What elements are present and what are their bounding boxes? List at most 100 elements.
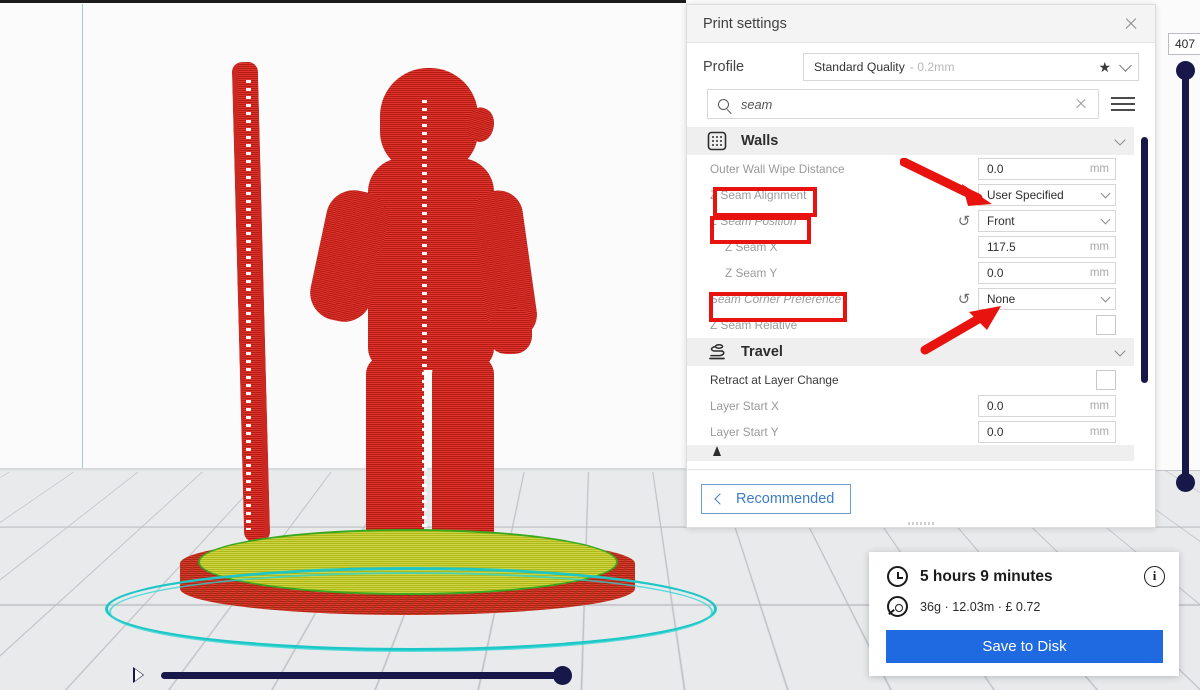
playback-controls[interactable] xyxy=(133,663,583,687)
chevron-down-icon[interactable] xyxy=(1101,189,1111,199)
section-title: Travel xyxy=(741,344,1116,360)
save-to-disk-button[interactable]: Save to Disk xyxy=(886,630,1163,663)
search-value: seam xyxy=(741,97,1072,112)
print-info-card: 5 hours 9 minutes 36g · 12.03m · £ 0.72 … xyxy=(869,552,1179,676)
model-seam-dots-body xyxy=(422,100,427,550)
build-volume-edge-line xyxy=(82,4,83,504)
setting-checkbox[interactable] xyxy=(1096,315,1116,335)
spool-icon xyxy=(887,596,908,617)
setting-label: Z Seam X xyxy=(707,240,954,254)
setting-label: Layer Start Y xyxy=(707,425,954,439)
setting-row-layer-start-y[interactable]: Layer Start Y ↺ 0.0 mm xyxy=(687,419,1134,445)
search-icon xyxy=(718,99,729,110)
settings-list[interactable]: Walls Outer Wall Wipe Distance ↺ 0.0 mm … xyxy=(687,127,1155,469)
revert-icon[interactable]: ↺ xyxy=(954,292,974,307)
section-header-travel[interactable]: Travel xyxy=(687,338,1134,366)
sliced-model[interactable] xyxy=(150,40,570,570)
panel-title: Print settings xyxy=(703,16,1119,32)
setting-label: Retract at Layer Change xyxy=(707,373,1072,387)
setting-value-field[interactable]: 0.0 mm xyxy=(978,262,1116,284)
simulation-slider-track[interactable] xyxy=(161,672,567,679)
model-head xyxy=(380,68,478,172)
setting-value-field[interactable]: User Specified xyxy=(978,184,1116,206)
model-torso xyxy=(368,158,494,370)
setting-value-field[interactable]: Front xyxy=(978,210,1116,232)
revert-icon[interactable]: ↺ xyxy=(954,214,974,229)
skirt-outline-inner xyxy=(109,572,713,652)
model-hand-right xyxy=(488,308,532,354)
setting-label: Outer Wall Wipe Distance xyxy=(707,162,954,176)
layer-slider-handle-top[interactable] xyxy=(1176,61,1195,80)
setting-label: Layer Start X xyxy=(707,399,954,413)
section-title: Walls xyxy=(741,133,1116,149)
setting-label: Z Seam Y xyxy=(707,266,954,280)
setting-value: 0.0 xyxy=(987,162,1090,176)
setting-row-outer-wall-wipe-distance[interactable]: Outer Wall Wipe Distance ↺ 0.0 mm xyxy=(687,156,1134,182)
chevron-down-icon[interactable] xyxy=(1119,59,1132,72)
settings-scrollbar[interactable] xyxy=(1141,137,1148,383)
setting-row-z-seam-relative[interactable]: Z Seam Relative ↺ xyxy=(687,312,1134,338)
play-icon[interactable] xyxy=(133,667,144,683)
search-row: seam xyxy=(687,87,1155,127)
simulation-slider-handle[interactable] xyxy=(553,666,572,685)
panel-resize-grip[interactable] xyxy=(908,522,934,525)
recommended-button[interactable]: Recommended xyxy=(701,484,851,514)
setting-label: Z Seam Alignment xyxy=(707,188,954,202)
chevron-down-icon[interactable] xyxy=(1114,134,1125,145)
chevron-down-icon[interactable] xyxy=(1101,215,1111,225)
settings-list-inner: Walls Outer Wall Wipe Distance ↺ 0.0 mm … xyxy=(687,127,1134,462)
hamburger-bar xyxy=(1111,103,1135,105)
material-row: 36g · 12.03m · £ 0.72 xyxy=(869,587,1179,617)
hamburger-menu-icon[interactable] xyxy=(1111,92,1141,116)
setting-value-field[interactable]: None xyxy=(978,288,1116,310)
layer-slider-handle-bottom[interactable] xyxy=(1176,473,1195,492)
profile-value: Standard Quality xyxy=(814,60,905,74)
section-header-next-clipped[interactable] xyxy=(687,445,1134,461)
next-section-icon xyxy=(707,445,727,461)
setting-value-field[interactable]: 0.0 mm xyxy=(978,395,1116,417)
hamburger-bar xyxy=(1111,109,1135,111)
setting-unit: mm xyxy=(1090,426,1109,438)
material-usage: 36g · 12.03m · £ 0.72 xyxy=(920,600,1040,614)
chevron-down-icon[interactable] xyxy=(1114,345,1125,356)
setting-value: 0.0 xyxy=(987,266,1090,280)
info-icon[interactable] xyxy=(1144,566,1165,587)
setting-checkbox[interactable] xyxy=(1096,370,1116,390)
setting-row-layer-start-x[interactable]: Layer Start X ↺ 0.0 mm xyxy=(687,393,1134,419)
setting-value: 117.5 xyxy=(987,240,1090,254)
setting-label: Z Seam Position xyxy=(707,214,954,228)
setting-row-z-seam-y[interactable]: Z Seam Y ↺ 0.0 mm xyxy=(687,260,1134,286)
setting-unit: mm xyxy=(1090,400,1109,412)
setting-value: 0.0 xyxy=(987,425,1090,439)
search-input[interactable]: seam xyxy=(707,89,1099,119)
star-icon[interactable]: ★ xyxy=(1098,59,1111,76)
panel-header: Print settings xyxy=(687,5,1155,43)
layer-slider-track[interactable] xyxy=(1182,63,1189,483)
chevron-down-icon[interactable] xyxy=(1101,293,1111,303)
section-header-walls[interactable]: Walls xyxy=(687,127,1134,155)
profile-select[interactable]: Standard Quality - 0.2mm ★ xyxy=(803,53,1139,81)
model-staff xyxy=(232,62,271,543)
chevron-left-icon xyxy=(714,493,725,504)
setting-row-z-seam-x[interactable]: Z Seam X ↺ 117.5 mm xyxy=(687,234,1134,260)
travel-path-icon xyxy=(707,342,727,362)
setting-row-z-seam-position[interactable]: Z Seam Position ↺ Front xyxy=(687,208,1134,234)
setting-value-field[interactable]: 0.0 mm xyxy=(978,421,1116,443)
setting-row-z-seam-alignment[interactable]: Z Seam Alignment ↺ User Specified xyxy=(687,182,1134,208)
setting-row-retract-at-layer-change[interactable]: Retract at Layer Change ↺ xyxy=(687,367,1134,393)
close-icon[interactable] xyxy=(1119,12,1143,36)
setting-unit: mm xyxy=(1090,241,1109,253)
layer-slider[interactable]: 407 xyxy=(1168,33,1200,493)
setting-value-field[interactable]: 0.0 mm xyxy=(978,158,1116,180)
walls-grid-icon xyxy=(707,131,727,151)
model-seam-dots xyxy=(246,80,251,530)
print-time: 5 hours 9 minutes xyxy=(920,568,1144,586)
setting-row-seam-corner-preference[interactable]: Seam Corner Preference ↺ None xyxy=(687,286,1134,312)
panel-footer: Recommended xyxy=(687,469,1155,527)
clear-search-icon[interactable] xyxy=(1072,95,1090,113)
print-settings-panel[interactable]: Print settings Profile Standard Quality … xyxy=(686,4,1156,528)
clock-icon xyxy=(887,566,908,587)
setting-value: Front xyxy=(987,214,1098,228)
setting-value: User Specified xyxy=(987,188,1098,202)
setting-value-field[interactable]: 117.5 mm xyxy=(978,236,1116,258)
